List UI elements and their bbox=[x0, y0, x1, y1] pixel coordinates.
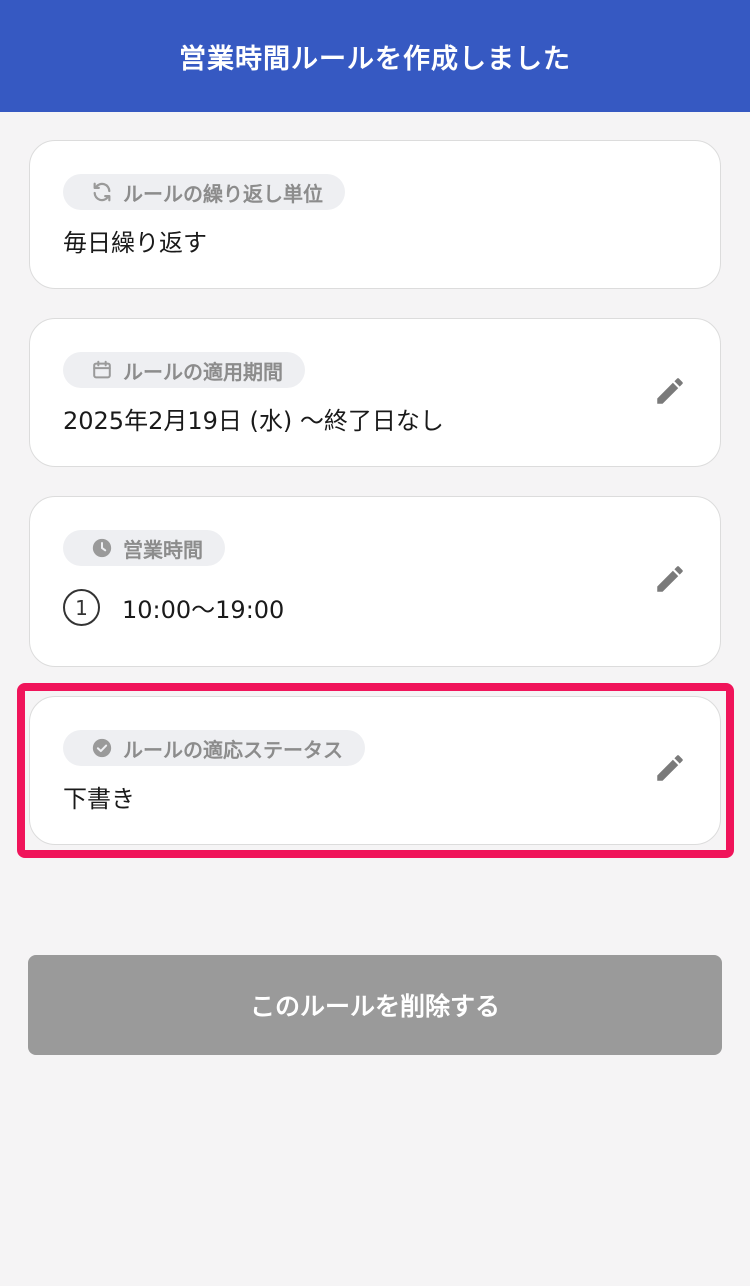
calendar-icon bbox=[91, 359, 113, 381]
status-value: 下書き bbox=[63, 785, 135, 813]
repeat-unit-card: ルールの繰り返し単位 毎日繰り返す bbox=[29, 140, 721, 289]
status-label-chip: ルールの適応ステータス bbox=[63, 730, 365, 766]
status-label: ルールの適応ステータス bbox=[123, 737, 343, 762]
edit-hours-button[interactable] bbox=[652, 563, 688, 599]
repeat-unit-value: 毎日繰り返す bbox=[63, 229, 207, 257]
refresh-icon bbox=[91, 181, 113, 203]
page-title: 営業時間ルールを作成しました bbox=[179, 43, 571, 75]
business-hours-label-chip: 営業時間 bbox=[63, 530, 225, 566]
status-card: ルールの適応ステータス 下書き bbox=[29, 696, 721, 845]
hours-index-badge: 1 bbox=[63, 589, 100, 626]
pencil-icon bbox=[653, 374, 687, 412]
business-hours-row: 1 10:00〜19:00 bbox=[63, 589, 284, 626]
pencil-icon bbox=[653, 562, 687, 600]
business-hours-label: 営業時間 bbox=[123, 537, 203, 562]
business-hours-value: 10:00〜19:00 bbox=[122, 596, 285, 624]
delete-rule-button[interactable]: このルールを削除する bbox=[28, 955, 722, 1055]
application-period-card: ルールの適用期間 2025年2月19日 (水) 〜終了日なし bbox=[29, 318, 721, 467]
repeat-unit-label-chip: ルールの繰り返し単位 bbox=[63, 174, 345, 210]
application-period-value: 2025年2月19日 (水) 〜終了日なし bbox=[63, 407, 444, 435]
application-period-label: ルールの適用期間 bbox=[123, 359, 283, 384]
check-circle-icon bbox=[91, 737, 113, 759]
app-header: 営業時間ルールを作成しました bbox=[0, 0, 750, 112]
edit-status-button[interactable] bbox=[652, 752, 688, 788]
application-period-label-chip: ルールの適用期間 bbox=[63, 352, 305, 388]
clock-icon bbox=[91, 537, 113, 559]
repeat-unit-label: ルールの繰り返し単位 bbox=[123, 181, 323, 206]
pencil-icon bbox=[653, 751, 687, 789]
edit-period-button[interactable] bbox=[652, 375, 688, 411]
business-hours-card: 営業時間 1 10:00〜19:00 bbox=[29, 496, 721, 667]
